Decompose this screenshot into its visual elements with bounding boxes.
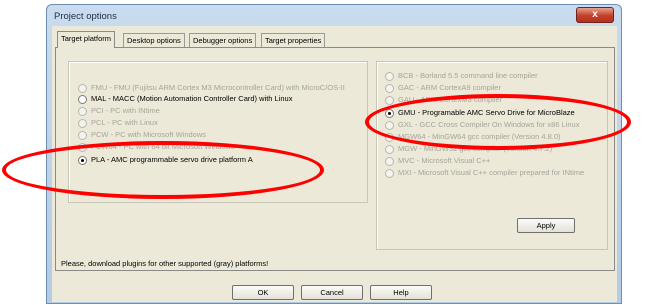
tab-target-properties[interactable]: Target properties xyxy=(261,33,326,47)
compiler-option[interactable]: GAC - ARM CortexA9 compiler xyxy=(385,83,501,93)
radio-button[interactable] xyxy=(385,95,394,105)
radio-button[interactable] xyxy=(78,83,87,93)
compiler-option[interactable]: MXI - Microsoft Visual C++ compiler prep… xyxy=(385,168,584,178)
compiler-label: GXL - GCC Cross Compiler On Windows for … xyxy=(398,120,580,129)
tab-debugger-options[interactable]: Debugger options xyxy=(189,33,257,47)
footer-message: Please, download plugins for other suppo… xyxy=(61,259,269,268)
radio-button[interactable] xyxy=(385,71,394,81)
platform-label: PLA - AMC programmable servo drive platf… xyxy=(91,155,253,164)
compiler-label: BCB - Borland 5.5 command line compiler xyxy=(398,71,538,80)
platform-option[interactable]: PCL - PC with Linux xyxy=(78,118,158,128)
compiler-label: MGW64 - MinGW64 gcc compiler (Version 4.… xyxy=(398,132,561,141)
radio-button[interactable] xyxy=(385,168,394,178)
compiler-option[interactable]: MGW64 - MinGW64 gcc compiler (Version 4.… xyxy=(385,132,561,142)
platform-label: PCW64 - PC with 64 bit Microsoft Windows xyxy=(91,142,235,151)
radio-button[interactable] xyxy=(78,106,87,116)
platform-label: PCI - PC with INtime xyxy=(91,106,160,115)
radio-button[interactable] xyxy=(385,144,394,154)
tab-target-platform[interactable]: Target platform xyxy=(57,31,116,48)
radio-button[interactable] xyxy=(78,118,87,128)
radio-button[interactable] xyxy=(385,108,394,118)
platform-option-selected[interactable]: PLA - AMC programmable servo drive platf… xyxy=(78,155,253,165)
compiler-option[interactable]: MVC - Microsoft Visual C++ xyxy=(385,156,490,166)
radio-button[interactable] xyxy=(78,142,87,152)
compiler-option[interactable]: MGW - MinGW32 gcc compiler (Version 4.7.… xyxy=(385,144,552,154)
platform-label: PCW - PC with Microsoft Windows xyxy=(91,130,207,139)
radio-button[interactable] xyxy=(385,120,394,130)
radio-button[interactable] xyxy=(78,130,87,140)
radio-button[interactable] xyxy=(78,155,87,165)
platform-option[interactable]: PCI - PC with INtime xyxy=(78,106,160,116)
platform-label: FMU - FMU (Fujitsu ARM Cortex M3 Microco… xyxy=(91,83,345,92)
compiler-label: GAC - ARM CortexA9 compiler xyxy=(398,83,501,92)
tab-panel-target-platform: FMU - FMU (Fujitsu ARM Cortex M3 Microco… xyxy=(55,47,615,271)
compiler-option[interactable]: GAU - ARM CortexM3 compiler xyxy=(385,95,502,105)
platform-label: PCL - PC with Linux xyxy=(91,118,158,127)
compiler-label: MGW - MinGW32 gcc compiler (Version 4.7.… xyxy=(398,144,553,153)
help-button[interactable]: Help xyxy=(370,285,432,300)
radio-button[interactable] xyxy=(78,94,87,104)
compiler-option-selected[interactable]: GMU - Programable AMC Servo Drive for Mi… xyxy=(385,108,575,118)
radio-button[interactable] xyxy=(385,83,394,93)
compiler-label: MXI - Microsoft Visual C++ compiler prep… xyxy=(398,168,585,177)
platform-option[interactable]: PCW64 - PC with 64 bit Microsoft Windows xyxy=(78,142,235,152)
platform-option[interactable]: MAL - MACC (Motion Automation Controller… xyxy=(78,94,292,104)
window-title: Project options xyxy=(54,11,117,22)
compiler-label: GAU - ARM CortexM3 compiler xyxy=(398,95,503,104)
radio-button[interactable] xyxy=(385,156,394,166)
cancel-button[interactable]: Cancel xyxy=(301,285,363,300)
compiler-option[interactable]: GXL - GCC Cross Compiler On Windows for … xyxy=(385,120,579,130)
tab-desktop-options[interactable]: Desktop options xyxy=(123,33,185,47)
ok-button[interactable]: OK xyxy=(232,285,294,300)
compiler-label: GMU - Programable AMC Servo Drive for Mi… xyxy=(398,108,575,117)
close-button[interactable]: x xyxy=(576,7,614,23)
platform-option[interactable]: PCW - PC with Microsoft Windows xyxy=(78,130,206,140)
radio-button[interactable] xyxy=(385,132,394,142)
apply-button[interactable]: Apply xyxy=(517,218,575,233)
compiler-label: MVC - Microsoft Visual C++ xyxy=(398,156,491,165)
platform-option[interactable]: FMU - FMU (Fujitsu ARM Cortex M3 Microco… xyxy=(78,83,345,93)
compiler-option[interactable]: BCB - Borland 5.5 command line compiler xyxy=(385,71,538,81)
platform-label: MAL - MACC (Motion Automation Controller… xyxy=(91,94,293,103)
